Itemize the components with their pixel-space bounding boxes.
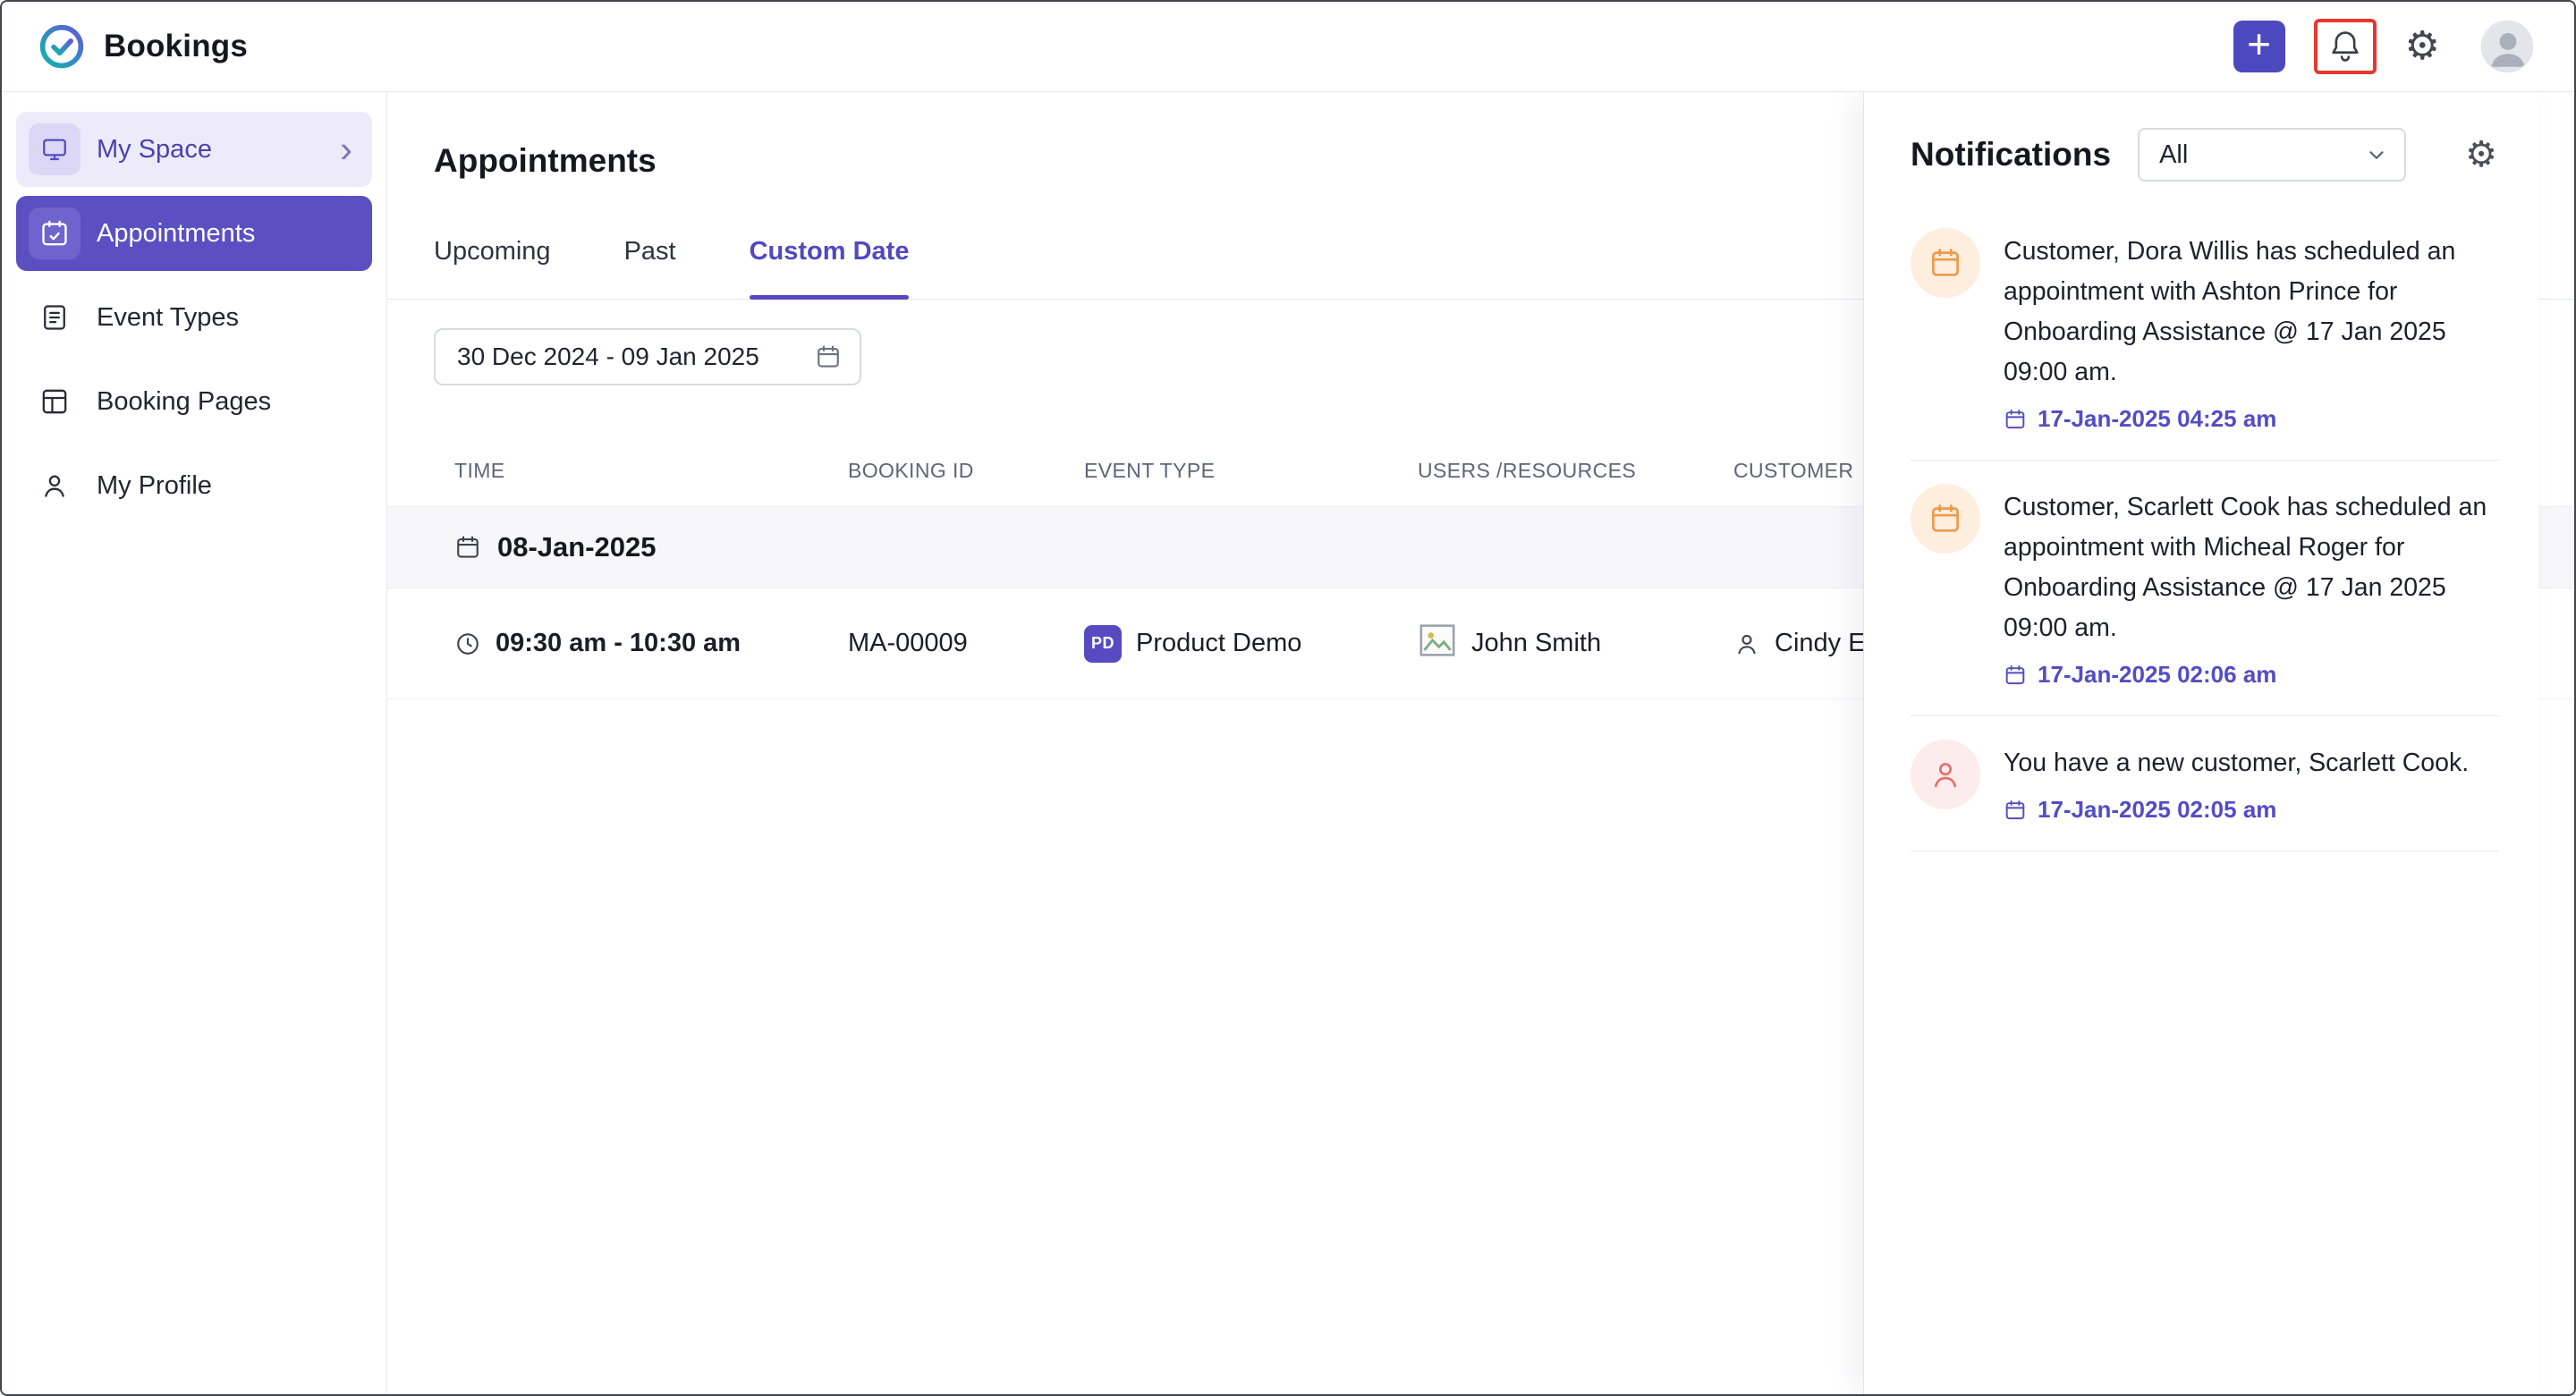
brand: Bookings	[38, 22, 248, 71]
notifications-title: Notifications	[1911, 136, 2111, 173]
notifications-list: Customer, Dora Willis has scheduled an a…	[1864, 205, 2538, 851]
sidebar: My Space › Appointments Event Types	[2, 92, 387, 1394]
sidebar-item-label: Appointments	[97, 219, 255, 249]
notifications-bell-button[interactable]	[2326, 28, 2364, 65]
layout-grid-icon	[29, 376, 80, 427]
notification-body: Customer, Scarlett Cook has scheduled an…	[2004, 484, 2499, 689]
notification-item[interactable]: Customer, Scarlett Cook has scheduled an…	[1911, 461, 2499, 716]
topbar-actions: + ⚙	[2233, 19, 2533, 74]
notification-message: Customer, Scarlett Cook has scheduled an…	[2004, 487, 2499, 648]
plus-icon: +	[2247, 23, 2271, 64]
calendar-icon	[815, 343, 842, 370]
person-icon	[1733, 630, 1760, 657]
sidebar-item-booking-pages[interactable]: Booking Pages	[16, 364, 372, 439]
clock-icon	[454, 630, 481, 657]
bookings-logo	[38, 22, 86, 71]
sidebar-item-appointments[interactable]: Appointments	[16, 196, 372, 271]
calendar-icon	[2004, 664, 2027, 687]
tab-upcoming[interactable]: Upcoming	[434, 237, 551, 299]
appointment-calendar-icon	[1911, 228, 1980, 298]
col-header-users-resources: USERS /RESOURCES	[1418, 459, 1733, 483]
gear-icon: ⚙	[2465, 137, 2497, 173]
create-booking-button[interactable]: +	[2233, 21, 2285, 72]
notifications-panel: Notifications All ⚙	[1863, 92, 2538, 1394]
notification-body: You have a new customer, Scarlett Cook. …	[2004, 740, 2469, 824]
calendar-icon	[2004, 408, 2027, 431]
notepad-icon	[29, 292, 80, 343]
user-avatar[interactable]	[2481, 21, 2533, 72]
user-cell: John Smith	[1418, 622, 1733, 665]
sidebar-item-my-space[interactable]: My Space ›	[16, 112, 372, 187]
tab-past[interactable]: Past	[624, 237, 676, 299]
date-group-label: 08-Jan-2025	[497, 531, 657, 563]
booking-id-value: MA-00009	[848, 629, 968, 658]
booking-id-cell: MA-00009	[848, 629, 1084, 658]
tab-custom-date[interactable]: Custom Date	[750, 237, 910, 299]
appointment-calendar-icon	[1911, 484, 1980, 554]
notification-settings-button[interactable]: ⚙	[2465, 137, 2497, 173]
avatar-placeholder-icon	[2482, 21, 2533, 72]
calendar-check-icon	[29, 207, 80, 259]
notification-item[interactable]: You have a new customer, Scarlett Cook. …	[1911, 716, 2499, 851]
notification-timestamp: 17-Jan-2025 02:06 am	[2038, 661, 2276, 689]
notifications-header: Notifications All ⚙	[1864, 92, 2538, 205]
notification-timestamp: 17-Jan-2025 04:25 am	[2038, 405, 2276, 433]
notification-message: Customer, Dora Willis has scheduled an a…	[2004, 232, 2499, 393]
chevron-down-icon	[2365, 143, 2388, 166]
topbar: Bookings + ⚙	[2, 2, 2574, 92]
app-window: Bookings + ⚙	[0, 0, 2576, 1396]
calendar-icon	[454, 534, 481, 561]
monitor-icon	[29, 123, 80, 175]
sidebar-item-event-types[interactable]: Event Types	[16, 280, 372, 355]
notification-body: Customer, Dora Willis has scheduled an a…	[2004, 228, 2499, 433]
sidebar-item-label: Booking Pages	[97, 387, 271, 417]
bell-icon	[2326, 28, 2364, 65]
event-type-cell: PD Product Demo	[1084, 625, 1418, 663]
chevron-right-icon: ›	[340, 131, 360, 168]
col-header-booking-id: BOOKING ID	[848, 459, 1084, 483]
event-type-value: Product Demo	[1136, 629, 1301, 658]
app-title: Bookings	[104, 29, 248, 64]
date-range-value: 30 Dec 2024 - 09 Jan 2025	[457, 343, 759, 371]
calendar-icon	[2004, 799, 2027, 822]
notification-item[interactable]: Customer, Dora Willis has scheduled an a…	[1911, 205, 2499, 461]
person-icon	[29, 460, 80, 512]
user-value: John Smith	[1471, 629, 1601, 658]
sidebar-item-label: Event Types	[97, 303, 239, 333]
time-cell: 09:30 am - 10:30 am	[387, 629, 848, 658]
notifications-filter-value: All	[2159, 140, 2188, 170]
annotation-highlight-box	[2314, 19, 2377, 74]
gear-icon: ⚙	[2405, 27, 2440, 66]
new-customer-person-icon	[1911, 740, 1980, 809]
notification-timestamp: 17-Jan-2025 02:05 am	[2038, 796, 2276, 824]
date-range-picker[interactable]: 30 Dec 2024 - 09 Jan 2025	[434, 328, 861, 385]
broken-image-icon	[1418, 622, 1457, 665]
notification-message: You have a new customer, Scarlett Cook.	[2004, 743, 2469, 783]
sidebar-item-label: My Space	[97, 135, 212, 165]
notification-timestamp-row: 17-Jan-2025 02:05 am	[2004, 796, 2469, 824]
event-type-badge: PD	[1084, 625, 1122, 663]
time-value: 09:30 am - 10:30 am	[496, 629, 741, 658]
notifications-filter-select[interactable]: All	[2138, 128, 2406, 182]
settings-button[interactable]: ⚙	[2405, 27, 2440, 66]
sidebar-item-my-profile[interactable]: My Profile	[16, 448, 372, 523]
col-header-event-type: EVENT TYPE	[1084, 459, 1418, 483]
col-header-time: TIME	[387, 459, 848, 483]
notification-timestamp-row: 17-Jan-2025 04:25 am	[2004, 405, 2499, 433]
notification-timestamp-row: 17-Jan-2025 02:06 am	[2004, 661, 2499, 689]
sidebar-item-label: My Profile	[97, 471, 212, 501]
